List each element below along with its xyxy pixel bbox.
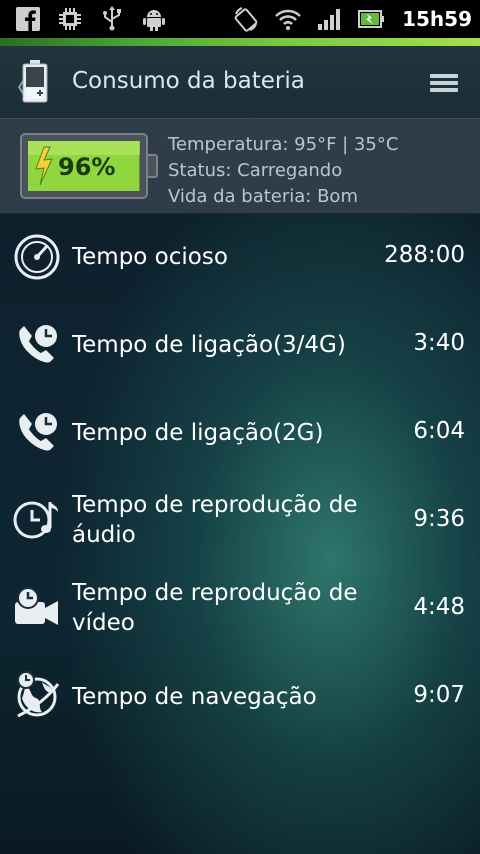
battery-status: Status: Carregando (168, 160, 343, 181)
clock: 15h59 (402, 7, 472, 31)
list-item-audio[interactable]: Tempo de reprodução de áudio 9:36 (0, 476, 480, 564)
rotate-icon (232, 5, 260, 33)
list-item-call-2g[interactable]: Tempo de ligação(2G) 6:04 (0, 388, 480, 476)
status-bar: 15h59 (0, 0, 480, 38)
list-item-value: 9:07 (413, 682, 465, 708)
android-debug-icon (140, 5, 168, 33)
battery-app-icon[interactable] (20, 60, 50, 104)
menu-line-icon (430, 88, 458, 92)
list-item-value: 3:40 (413, 330, 465, 356)
list-item-browsing[interactable]: Tempo de navegação 9:07 (0, 652, 480, 740)
list-item-video[interactable]: Tempo de reprodução de vídeo 4:48 (0, 564, 480, 652)
list-item-label-continued: vídeo (72, 610, 135, 636)
list-item-value: 6:04 (413, 418, 465, 444)
menu-line-icon (430, 74, 458, 78)
list-item-label: Tempo ocioso (72, 244, 228, 270)
list-item-label: Tempo de ligação(3/4G) (72, 332, 346, 358)
wifi-icon (274, 5, 302, 33)
list-item-label: Tempo de ligação(2G) (72, 420, 324, 446)
battery-status-panel: 96% Temperatura: 95°F | 35°C Status: Car… (0, 118, 480, 214)
list-item-value: 288:00 (384, 242, 465, 268)
list-item-idle[interactable]: Tempo ocioso 288:00 (0, 212, 480, 300)
menu-line-icon (430, 81, 458, 85)
battery-health: Vida da bateria: Bom (168, 186, 358, 207)
list-item-label-continued: áudio (72, 522, 136, 548)
phone-clock-icon (12, 408, 62, 458)
list-item-call-3g4g[interactable]: Tempo de ligação(3/4G) 3:40 (0, 300, 480, 388)
music-clock-icon (12, 494, 62, 544)
battery-percent: 96% (58, 153, 116, 181)
list-item-label: Tempo de reprodução de (72, 492, 358, 518)
page-title: Consumo da bateria (72, 68, 305, 94)
globe-clock-icon (12, 670, 62, 720)
accent-bar (0, 38, 480, 46)
list-item-label: Tempo de navegação (72, 684, 317, 710)
list-item-value: 9:36 (413, 506, 465, 532)
battery-charging-icon (358, 5, 386, 33)
facebook-icon (14, 5, 42, 33)
gauge-icon (12, 232, 62, 282)
phone-clock-icon (12, 320, 62, 370)
usb-icon (98, 5, 126, 33)
list-item-label: Tempo de reprodução de (72, 580, 358, 606)
video-clock-icon (12, 584, 62, 634)
app-header: 〈 Consumo da bateria (0, 46, 480, 118)
menu-button[interactable] (430, 74, 458, 92)
signal-icon (316, 5, 344, 33)
chip-icon (56, 5, 84, 33)
battery-info: Temperatura: 95°F | 35°C Status: Carrega… (168, 132, 398, 210)
list-item-value: 4:48 (413, 594, 465, 620)
battery-temperature: Temperatura: 95°F | 35°C (168, 134, 399, 155)
